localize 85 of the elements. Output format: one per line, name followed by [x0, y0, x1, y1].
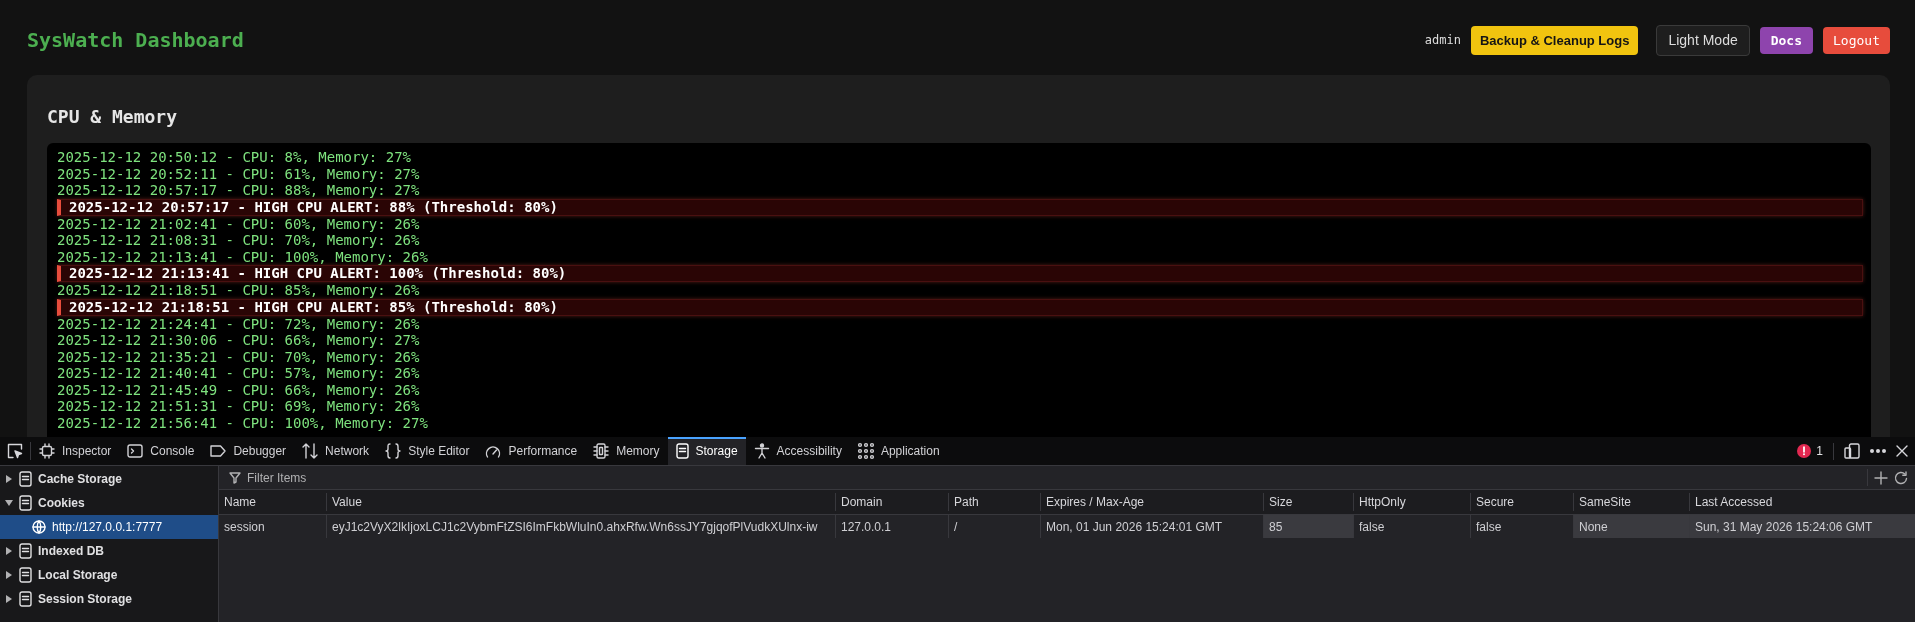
header-button[interactable]: Logout: [1823, 26, 1890, 54]
globe-icon: [32, 520, 46, 534]
gauge-icon: [485, 444, 502, 458]
table-cell: 127.0.0.1: [835, 515, 948, 538]
processor-icon: [39, 443, 55, 459]
error-count: 1: [1816, 444, 1823, 458]
document-icon: [19, 567, 32, 583]
log-line: 2025-12-12 21:24:41 - CPU: 72%, Memory: 26%: [57, 315, 421, 332]
devtools-tab[interactable]: Inspector: [31, 437, 120, 465]
sidebar-item[interactable]: Session Storage: [0, 587, 218, 611]
sidebar-item[interactable]: Indexed DB: [0, 539, 218, 563]
table-cell: false: [1353, 515, 1470, 538]
devtools-tab[interactable]: Network: [294, 437, 378, 465]
caret-icon[interactable]: [6, 571, 12, 579]
document-icon: [19, 543, 32, 559]
terminal-icon: [127, 443, 144, 459]
filter-icon: [229, 471, 241, 484]
table-cell: /: [948, 515, 1040, 538]
devices-icon[interactable]: [1844, 443, 1860, 459]
column-header[interactable]: Value: [326, 493, 835, 511]
document-icon: [19, 471, 32, 487]
column-header[interactable]: Last Accessed: [1689, 493, 1915, 511]
add-icon[interactable]: [1874, 470, 1888, 485]
caret-icon[interactable]: [6, 475, 12, 483]
error-icon[interactable]: [1797, 444, 1812, 458]
column-header[interactable]: Path: [948, 493, 1040, 511]
column-header[interactable]: Domain: [835, 493, 948, 511]
log-line: 2025-12-12 20:57:17 - CPU: 88%, Memory: 27%: [57, 182, 421, 199]
grid-icon: [857, 443, 874, 459]
log-line: 2025-12-12 21:35:21 - CPU: 70%, Memory: 26%: [57, 348, 421, 365]
column-header[interactable]: SameSite: [1573, 493, 1689, 511]
devtools-tab[interactable]: Application: [849, 437, 948, 465]
document-icon: [675, 443, 689, 459]
log-line: 2025-12-12 20:52:11 - CPU: 61%, Memory: 27%: [57, 165, 421, 182]
log-line: 2025-12-12 21:56:41 - CPU: 100%, Memory: 27%: [57, 414, 429, 431]
log-line: 2025-12-12 21:30:06 - CPU: 66%, Memory: 27%: [57, 332, 421, 349]
column-header[interactable]: HttpOnly: [1353, 493, 1470, 511]
devtools-tab[interactable]: Storage: [667, 437, 746, 465]
log-line: 2025-12-12 21:08:31 - CPU: 70%, Memory: 26%: [57, 232, 421, 249]
column-header[interactable]: Size: [1263, 493, 1353, 511]
user-name: admin: [1424, 33, 1461, 47]
header-button[interactable]: Backup & Cleanup Logs: [1470, 25, 1639, 55]
close-icon[interactable]: [1896, 445, 1908, 457]
log-line: 2025-12-12 21:02:41 - CPU: 60%, Memory: 26%: [57, 215, 421, 232]
log-line: 2025-12-12 21:13:41 - CPU: 100%, Memory: 26%: [57, 248, 429, 265]
column-header[interactable]: Expires / Max-Age: [1040, 493, 1263, 511]
sidebar-item[interactable]: Cookies: [0, 491, 218, 515]
person-icon: [753, 443, 770, 459]
tag-icon: [210, 445, 227, 457]
devtools-tab[interactable]: Accessibility: [745, 437, 850, 465]
log-line: 2025-12-12 21:18:51 - CPU: 85%, Memory: 26%: [57, 282, 421, 299]
header-button[interactable]: Docs: [1759, 26, 1814, 54]
devtools-tab[interactable]: Memory: [585, 437, 668, 465]
table-cell: eyJ1c2VyX2lkIjoxLCJ1c2VybmFtZSI6ImFkbWluIn0.ahxRfw.Wn6ssJY7gjqofPlVudkXUlnx-iw: [326, 515, 835, 538]
caret-icon[interactable]: [6, 547, 12, 555]
devtools-tab[interactable]: Performance: [477, 437, 586, 465]
sidebar-item[interactable]: Cache Storage: [0, 467, 218, 491]
log-line: 2025-12-12 21:45:49 - CPU: 66%, Memory: 26%: [57, 381, 421, 398]
table-cell: Sun, 31 May 2026 15:24:06 GMT: [1689, 515, 1915, 538]
caret-icon[interactable]: [5, 500, 13, 506]
devtools-tab[interactable]: Debugger: [202, 437, 295, 465]
document-icon: [19, 495, 32, 511]
more-icon[interactable]: [1870, 449, 1886, 453]
devtools-tab[interactable]: Console: [119, 437, 203, 465]
app-title: SysWatch Dashboard: [27, 28, 244, 52]
document-icon: [19, 591, 32, 607]
table-cell: 85: [1263, 515, 1353, 538]
pick-element-icon[interactable]: [7, 443, 23, 459]
table-cell-text: session: [223, 518, 266, 536]
table-cell: None: [1573, 515, 1689, 538]
log-line: 2025-12-12 21:40:41 - CPU: 57%, Memory: 26%: [57, 365, 421, 382]
log-line: 2025-12-12 20:50:12 - CPU: 8%, Memory: 27%: [57, 149, 412, 166]
card-title: CPU & Memory: [47, 106, 179, 128]
log-line: 2025-12-12 21:51:31 - CPU: 69%, Memory: 26%: [57, 398, 421, 415]
sidebar-item[interactable]: http://127.0.0.1:7777: [0, 515, 218, 539]
refresh-icon[interactable]: [1894, 470, 1908, 485]
column-header[interactable]: Name: [219, 493, 326, 511]
column-header[interactable]: Secure: [1470, 493, 1573, 511]
chip-icon: [593, 443, 610, 459]
braces-icon: [385, 443, 402, 459]
arrows-icon: [302, 443, 319, 459]
sidebar-item[interactable]: Local Storage: [0, 563, 218, 587]
header-button[interactable]: Light Mode: [1656, 24, 1750, 56]
caret-icon[interactable]: [6, 595, 12, 603]
devtools-tab[interactable]: Style Editor: [377, 437, 478, 465]
